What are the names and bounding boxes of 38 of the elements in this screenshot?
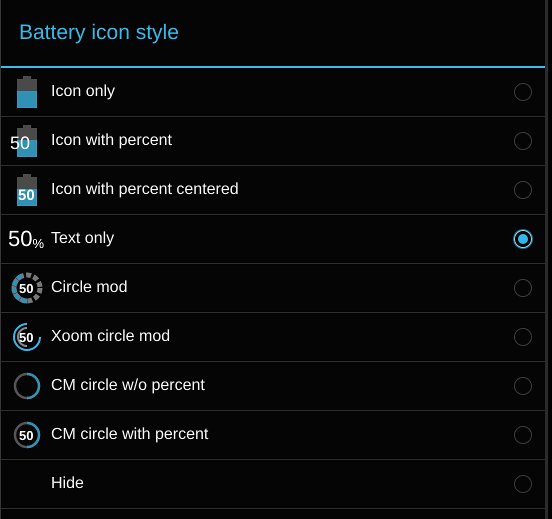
radio-button[interactable] — [514, 132, 532, 150]
battery-icon — [17, 76, 37, 108]
option-row[interactable]: Icon only — [1, 68, 545, 117]
option-label: Icon with percent — [51, 132, 173, 150]
option-row[interactable]: 50 Circle mod — [1, 264, 545, 313]
option-row[interactable]: 50 CM circle with percent — [1, 411, 545, 460]
option-label: Circle mod — [51, 279, 128, 297]
radio-button[interactable] — [514, 328, 532, 346]
radio-button[interactable] — [514, 83, 532, 101]
percent-number: 50 — [19, 282, 34, 295]
radio-button[interactable] — [514, 279, 532, 297]
circle-icon — [11, 321, 43, 353]
circle-icon — [11, 272, 43, 304]
percent-sign: % — [32, 237, 44, 250]
option-row[interactable]: 50% Text only — [1, 215, 545, 264]
option-label: Icon with percent centered — [51, 181, 240, 199]
circle-icon — [11, 419, 43, 451]
option-label: CM circle with percent — [51, 426, 210, 444]
option-row[interactable]: 50 Icon with percent centered — [1, 166, 545, 215]
radio-button[interactable] — [514, 426, 532, 444]
option-label: Hide — [51, 475, 85, 493]
option-row[interactable]: 50 Xoom circle mod — [1, 313, 545, 362]
option-row[interactable]: CM circle w/o percent — [1, 362, 545, 411]
percent-number: 50 — [19, 429, 34, 442]
percent-number: 50 — [8, 228, 32, 250]
percent-number: 50 — [18, 188, 35, 203]
radio-button[interactable] — [514, 475, 532, 493]
percent-number: 50 — [19, 331, 34, 344]
dialog-title: Battery icon style — [1, 0, 545, 68]
option-label: Xoom circle mod — [51, 328, 172, 346]
option-label: Icon only — [51, 83, 116, 101]
option-row[interactable]: Hide — [1, 460, 545, 509]
battery-icon — [17, 174, 37, 206]
option-label: Text only — [51, 230, 116, 248]
radio-button[interactable] — [514, 377, 532, 395]
option-label: CM circle w/o percent — [51, 377, 206, 395]
circle-icon — [11, 370, 43, 402]
radio-button[interactable] — [514, 181, 532, 199]
